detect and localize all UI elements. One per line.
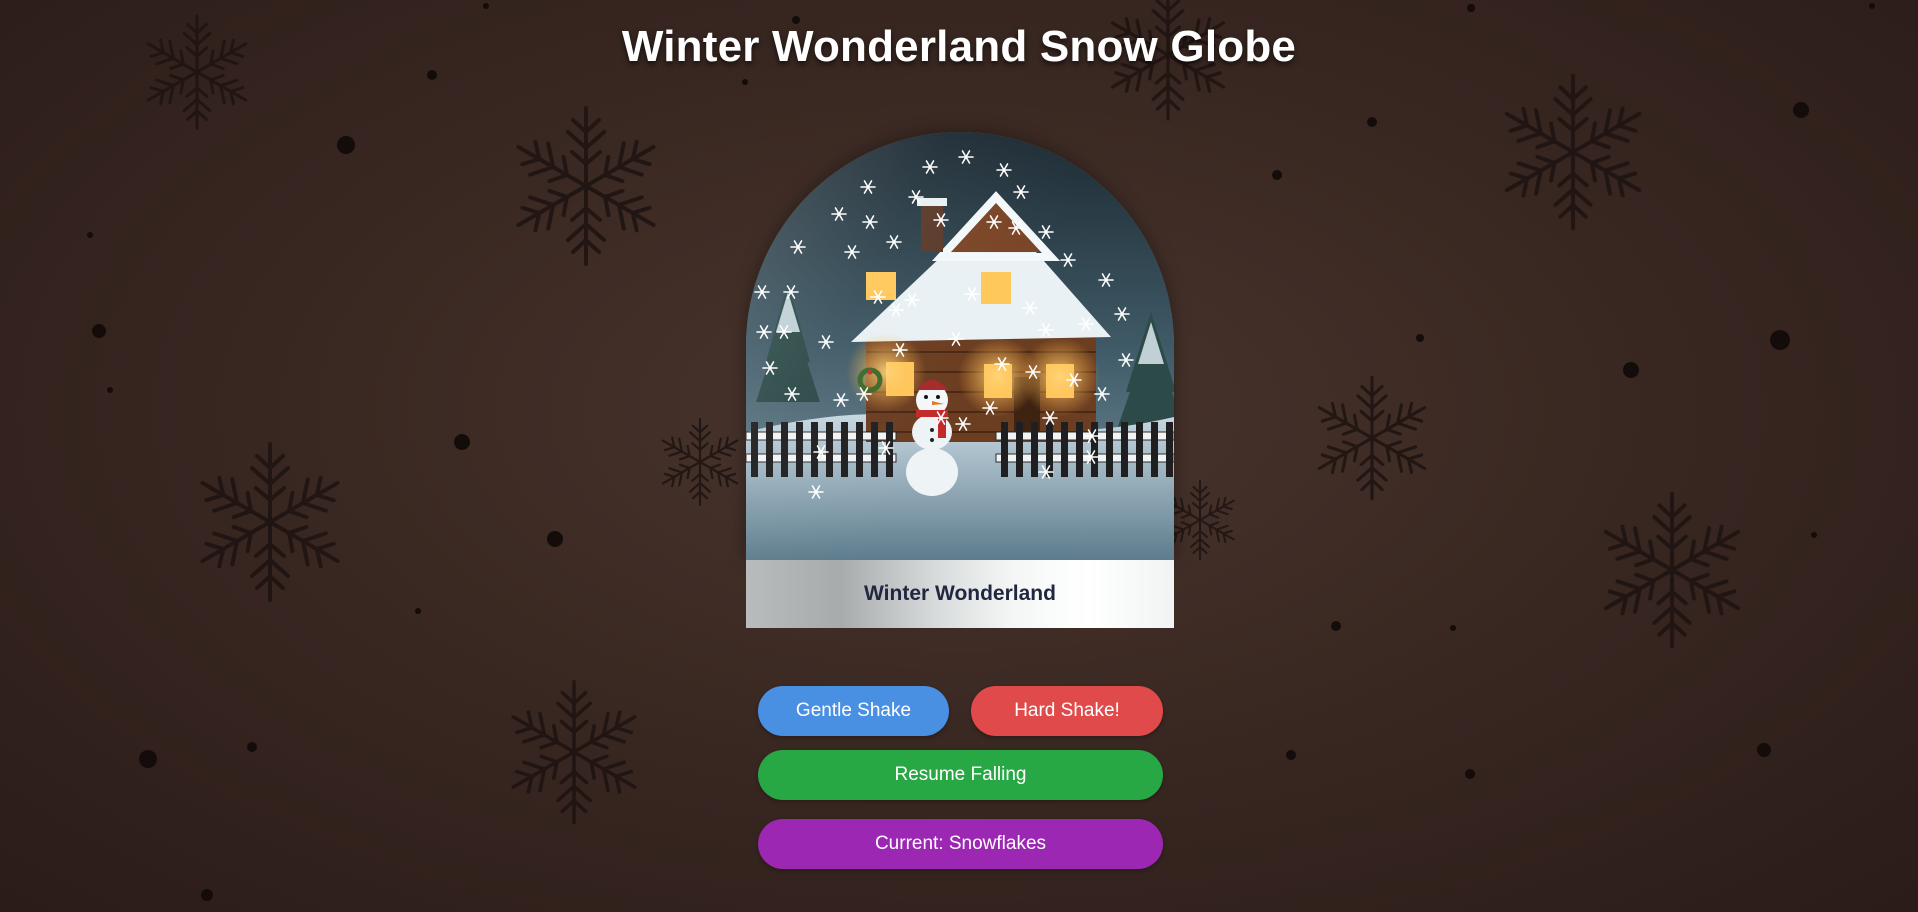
page-title: Winter Wonderland Snow Globe bbox=[621, 22, 1297, 71]
bg-snowflake-icon bbox=[1312, 377, 1431, 499]
snow-globe[interactable]: Winter Wonderland bbox=[746, 132, 1174, 628]
bg-snowflake-icon bbox=[193, 444, 346, 600]
hard-shake-button[interactable]: Hard Shake! bbox=[971, 686, 1163, 736]
winter-scene bbox=[746, 132, 1174, 560]
gentle-shake-button[interactable]: Gentle Shake bbox=[758, 686, 949, 736]
resume-falling-button[interactable]: Resume Falling bbox=[758, 750, 1163, 800]
snow-mode-button[interactable]: Current: Snowflakes bbox=[758, 819, 1163, 869]
bg-snowflake-icon bbox=[1597, 494, 1747, 647]
globe-base: Winter Wonderland bbox=[746, 560, 1174, 628]
bg-snowflake-icon bbox=[658, 419, 742, 505]
globe-label: Winter Wonderland bbox=[864, 582, 1056, 605]
bg-snowflake-icon bbox=[1498, 76, 1648, 229]
bg-snowflake-icon bbox=[509, 108, 662, 264]
bg-snowflake-icon bbox=[505, 682, 643, 822]
globe-dome[interactable] bbox=[746, 132, 1174, 560]
